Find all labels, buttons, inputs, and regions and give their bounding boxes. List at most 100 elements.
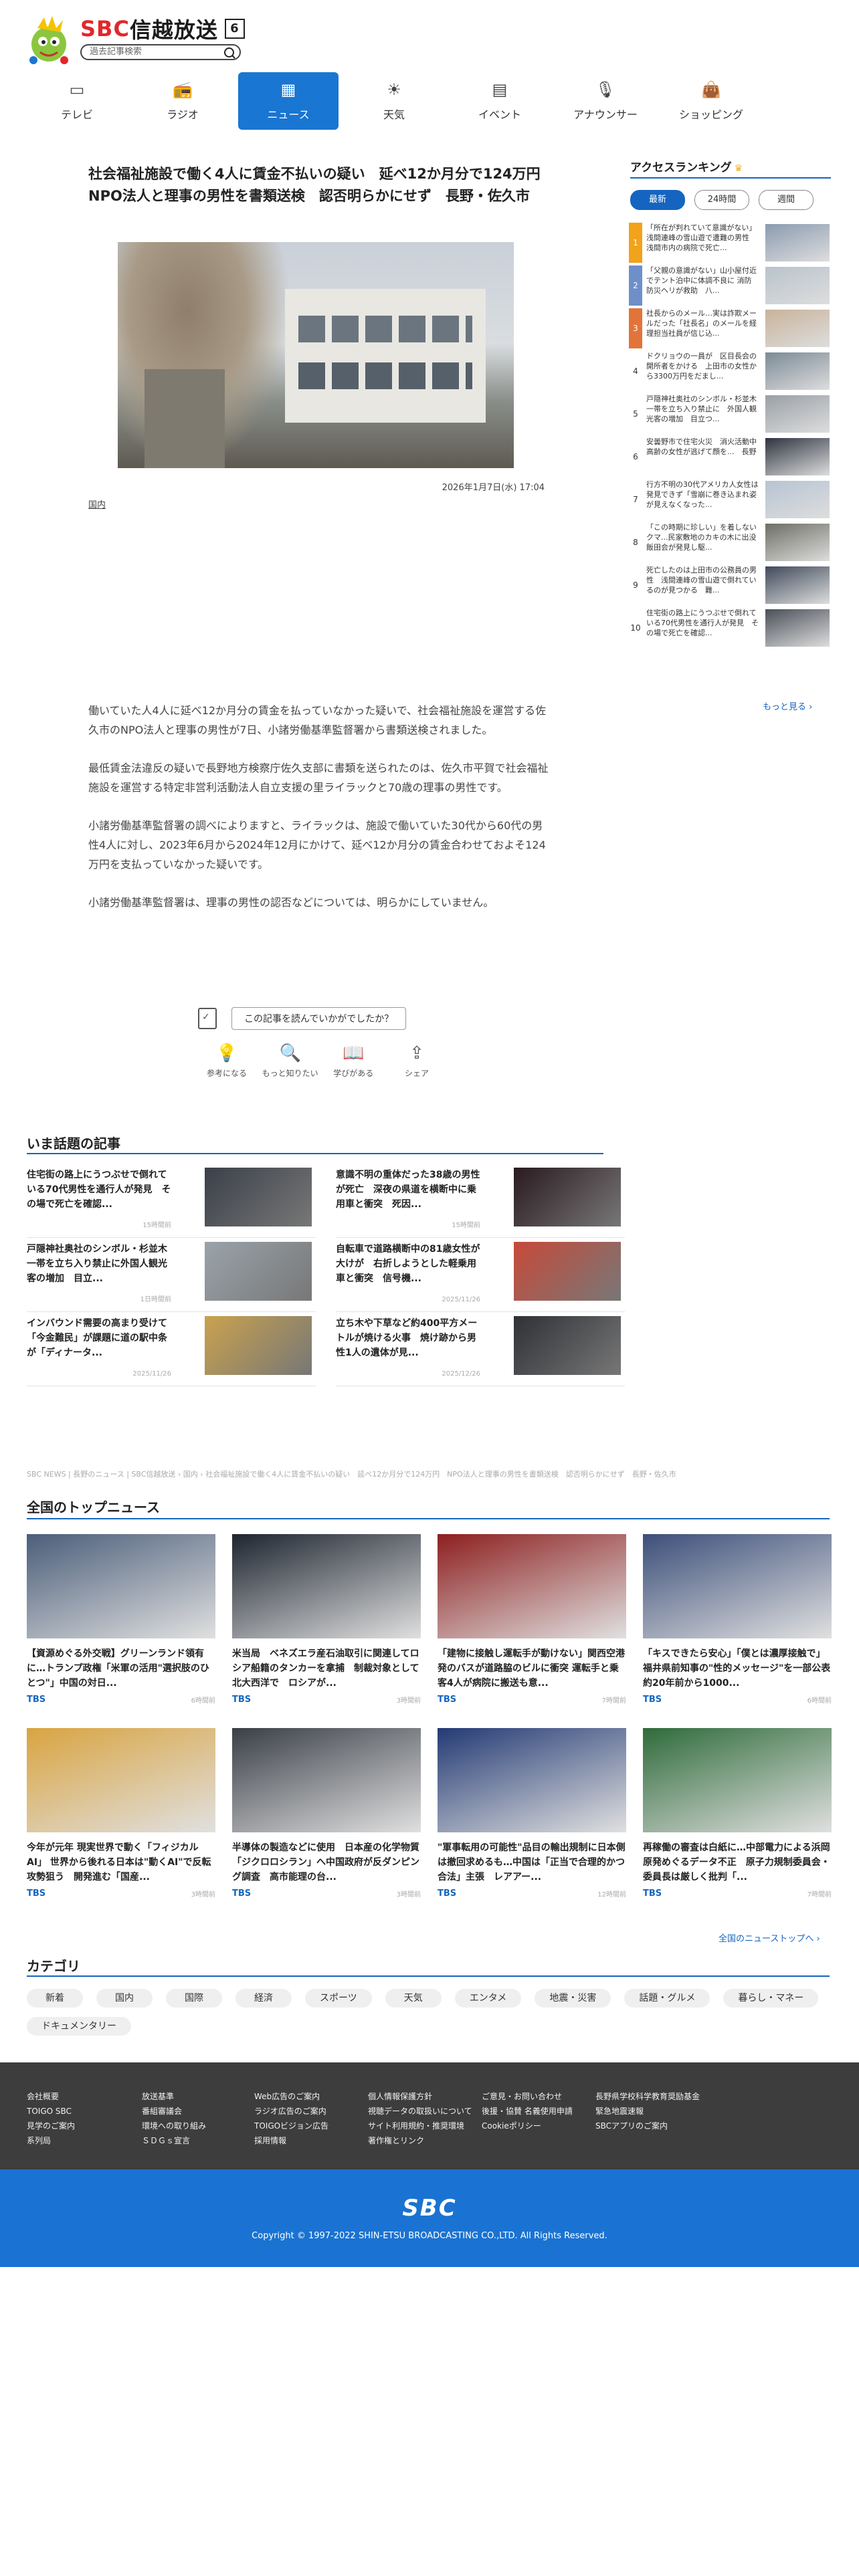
brand-latin: SBC: [80, 16, 130, 41]
footer-link[interactable]: ご意見・お問い合わせ: [482, 2089, 573, 2104]
ranking-item[interactable]: 4 ドクリョウの一員が 区目長会の開所者をかける 上田市の女性から3300万円をだ…: [629, 350, 832, 392]
footer-column: ご意見・お問い合わせ 後援・協賛 名義使用申請 Cookieポリシー: [482, 2089, 573, 2133]
reaction-button[interactable]: 📖 学びがある: [324, 1043, 382, 1079]
ranking-thumbnail: [765, 566, 830, 604]
footer-logo[interactable]: SBC: [0, 2195, 859, 2222]
trending-item-time: 1日時間前: [140, 1296, 171, 1303]
reaction-button[interactable]: ⇪ シェア: [388, 1043, 446, 1079]
top-news-card[interactable]: 米当局 ベネズエラ産石油取引に関連してロシア船籍のタンカーを拿捕 制裁対象として…: [232, 1534, 421, 1715]
footer-link[interactable]: サイト利用規約・推奨環境: [368, 2119, 472, 2133]
top-news-time: 7時間前: [601, 1697, 626, 1705]
nav-item[interactable]: ▦ ニュース: [238, 72, 339, 130]
trending-item[interactable]: 住宅街の路上にうつぶせで倒れている70代男性を通行人が発見 その場で死亡を確認.…: [27, 1164, 316, 1238]
search-icon[interactable]: [224, 47, 234, 58]
ranking-item[interactable]: 6 安曇野市で住宅火災 消火活動中 高齢の女性が逃げて顔を... 長野: [629, 436, 832, 477]
ranking-tab[interactable]: 週間: [759, 190, 814, 210]
brand-logo[interactable]: SBC 信越放送 6: [80, 13, 245, 44]
footer-link[interactable]: 系列局: [27, 2133, 75, 2148]
footer-link[interactable]: ＳＤＧｓ宣言: [142, 2133, 206, 2148]
trending-item[interactable]: インバウンド需要の高まり受けて「今金難民」が課題に道の駅中条が「ディナータ...…: [27, 1312, 316, 1386]
footer-link[interactable]: 後援・協賛 名義使用申請: [482, 2104, 573, 2119]
reaction-button[interactable]: 🔍 もっと知りたい: [262, 1043, 319, 1079]
category-pill[interactable]: 新着: [27, 1989, 83, 2008]
trending-item[interactable]: 戸隠神社奥社のシンボル・杉並木一帯を立ち入り禁止に外国人観光客の増加 目立...…: [27, 1238, 316, 1312]
ranking-item[interactable]: 5 戸隠神社奥社のシンボル・杉並木一帯を立ち入り禁止に 外国人観光客の増加 目立つ…: [629, 393, 832, 435]
nav-item[interactable]: ▭ テレビ: [27, 72, 127, 130]
category-pill[interactable]: 天気: [385, 1989, 442, 2008]
category-pill[interactable]: 国際: [166, 1989, 222, 2008]
footer-link[interactable]: Cookieポリシー: [482, 2119, 573, 2133]
category-pill[interactable]: スポーツ: [305, 1989, 372, 2008]
footer-link[interactable]: 長野県学校科学教育奨励基金: [595, 2089, 700, 2104]
footer-link[interactable]: 採用情報: [254, 2133, 328, 2148]
top-news-card[interactable]: "軍事転用の可能性"品目の輸出規制に日本側は撤回求めるも…中国は「正当で合理的か…: [438, 1728, 626, 1909]
footer-link[interactable]: 個人情報保護方針: [368, 2089, 472, 2104]
mascot-logo-icon[interactable]: [25, 13, 72, 70]
footer-bar: SBC Copyright © 1997-2022 SHIN-ETSU BROA…: [0, 2169, 859, 2267]
ranking-more-link[interactable]: もっと見る ›: [763, 700, 812, 712]
ranking-item[interactable]: 3 社長からのメール…実は詐欺メールだった「社長名」のメールを経理担当社員が信じ込…: [629, 308, 832, 349]
ranking-title: アクセスランキング ♛: [630, 158, 743, 175]
footer-link[interactable]: 放送基準: [142, 2089, 206, 2104]
nav-item[interactable]: 📻 ラジオ: [132, 72, 233, 130]
footer-link[interactable]: 見学のご案内: [27, 2119, 75, 2133]
top-news-card[interactable]: 今年が元年 現実世界で動く「フィジカルAI」 世界から後れる日本は"動くAI"で…: [27, 1728, 215, 1909]
top-news-source: TBS: [232, 1695, 252, 1705]
search-input[interactable]: 過去記事検索: [80, 44, 241, 60]
footer-column: 放送基準 番組審議会 環境への取り組み ＳＤＧｓ宣言: [142, 2089, 206, 2148]
footer-link[interactable]: SBCアプリのご案内: [595, 2119, 700, 2133]
top-news-card[interactable]: 「キスできたら安心」「僕とは濃厚接触で」福井県前知事の"性的メッセージ"を一部公…: [643, 1534, 832, 1715]
footer-link[interactable]: 緊急地震速報: [595, 2104, 700, 2119]
reaction-button[interactable]: 💡 参考になる: [198, 1043, 256, 1079]
ranking-item[interactable]: 8 「この時期に珍しい」を着しないクマ...民家敷地のカキの木に出没 飯田会が発見…: [629, 522, 832, 563]
category-pill[interactable]: 話題・グルメ: [624, 1989, 710, 2008]
ranking-item[interactable]: 10 住宅街の路上にうつぶせで倒れている70代男性を通行人が発見 その場で死亡を確…: [629, 607, 832, 649]
nav-item[interactable]: ☀ 天気: [344, 72, 444, 130]
footer-link[interactable]: 環境への取り組み: [142, 2119, 206, 2133]
article-paragraph: 最低賃金法違反の疑いで長野地方検察庁佐久支部に書類を送られたのは、佐久市平賀で社…: [88, 762, 549, 794]
ranking-number: 8: [633, 538, 638, 547]
reaction-label: もっと知りたい: [262, 1069, 318, 1078]
ranking-tab[interactable]: 24時間: [694, 190, 749, 210]
footer-link[interactable]: 視聴データの取扱いについて: [368, 2104, 472, 2119]
footer-link[interactable]: TOIGO SBC: [27, 2104, 75, 2119]
footer-link[interactable]: Web広告のご案内: [254, 2089, 328, 2104]
nav-item-label: ニュース: [267, 108, 310, 121]
footer-link[interactable]: 著作権とリンク: [368, 2133, 472, 2148]
top-news-card[interactable]: 「建物に接触し運転手が動けない」関西空港発のバスが道路脇のビルに衝突 運転手と乗…: [438, 1534, 626, 1715]
top-news-headline: 今年が元年 現実世界で動く「フィジカルAI」 世界から後れる日本は"動くAI"で…: [27, 1842, 211, 1883]
ranking-item[interactable]: 2 「父親の意識がない」山小屋付近でテント泊中に体調不良に 消防防災ヘリが救助 八…: [629, 265, 832, 306]
ranking-item[interactable]: 1 「所在が判れていて意識がない」浅間連峰の雪山遊で遭難の男性 浅間市内の病院で死…: [629, 222, 832, 263]
footer-link[interactable]: 番組審議会: [142, 2104, 206, 2119]
all-news-link[interactable]: 全国のニューストップへ ›: [719, 1931, 820, 1944]
nav-item[interactable]: 👜 ショッピング: [661, 72, 761, 130]
ranking-item[interactable]: 7 行方不明の30代アメリカ人女性は発見できず「雪崩に巻き込まれ姿が見えなくなった…: [629, 479, 832, 520]
breadcrumb[interactable]: SBC NEWS | 長野のニュース | SBC信越放送 › 国内 › 社会福祉…: [27, 1469, 830, 1479]
category-pill[interactable]: 地震・災害: [535, 1989, 611, 2008]
top-news-card[interactable]: 【資源めぐる外交戦】グリーンランド領有に…トランプ政権「米軍の活用"選択肢のひと…: [27, 1534, 215, 1715]
category-pill[interactable]: ドキュメンタリー: [27, 2017, 131, 2036]
top-news-thumbnail: [438, 1728, 626, 1832]
category-pill[interactable]: エンタメ: [454, 1989, 522, 2008]
category-pill[interactable]: 暮らし・マネー: [723, 1989, 819, 2008]
ranking-tab[interactable]: 最新: [630, 190, 685, 210]
footer-link[interactable]: TOIGOビジョン広告: [254, 2119, 328, 2133]
ranking-item[interactable]: 9 死亡したのは上田市の公務員の男性 浅間連峰の雪山遊で倒れているのが見つかる 難…: [629, 564, 832, 606]
top-news-card[interactable]: 半導体の製造などに使用 日本産の化学物質「ジクロロシラン」へ中国政府が反ダンピン…: [232, 1728, 421, 1909]
category-pill[interactable]: 国内: [96, 1989, 153, 2008]
ranking-thumbnail: [765, 224, 830, 261]
lightbulb-icon: 💡: [215, 1043, 238, 1063]
trending-grid: 住宅街の路上にうつぶせで倒れている70代男性を通行人が発見 その場で死亡を確認.…: [27, 1164, 629, 1386]
trending-item[interactable]: 立ち木や下草など約400平方メートルが焼ける火事 焼け跡から男性1人の遺体が見.…: [336, 1312, 625, 1386]
trending-item[interactable]: 意識不明の重体だった38歳の男性が死亡 深夜の県道を横断中に乗用車と衝突 死因.…: [336, 1164, 625, 1238]
top-news-card[interactable]: 再稼働の審査は白紙に…中部電力による浜岡原発めぐるデータ不正 原子力規制委員会・…: [643, 1728, 832, 1909]
article-category-link[interactable]: 国内: [88, 498, 106, 510]
trending-item[interactable]: 自転車で道路横断中の81歳女性が大けが 右折しようとした軽乗用車と衝突 信号機.…: [336, 1238, 625, 1312]
footer-link[interactable]: 会社概要: [27, 2089, 75, 2104]
nav-item[interactable]: ▤ イベント: [450, 72, 550, 130]
nav-item[interactable]: 🎙 アナウンサー: [555, 72, 656, 130]
ranking-thumbnail: [765, 395, 830, 433]
category-pill[interactable]: 経済: [235, 1989, 292, 2008]
trending-item-text: 立ち木や下草など約400平方メートルが焼ける火事 焼け跡から男性1人の遺体が見.…: [336, 1316, 480, 1386]
footer-link[interactable]: ラジオ広告のご案内: [254, 2104, 328, 2119]
